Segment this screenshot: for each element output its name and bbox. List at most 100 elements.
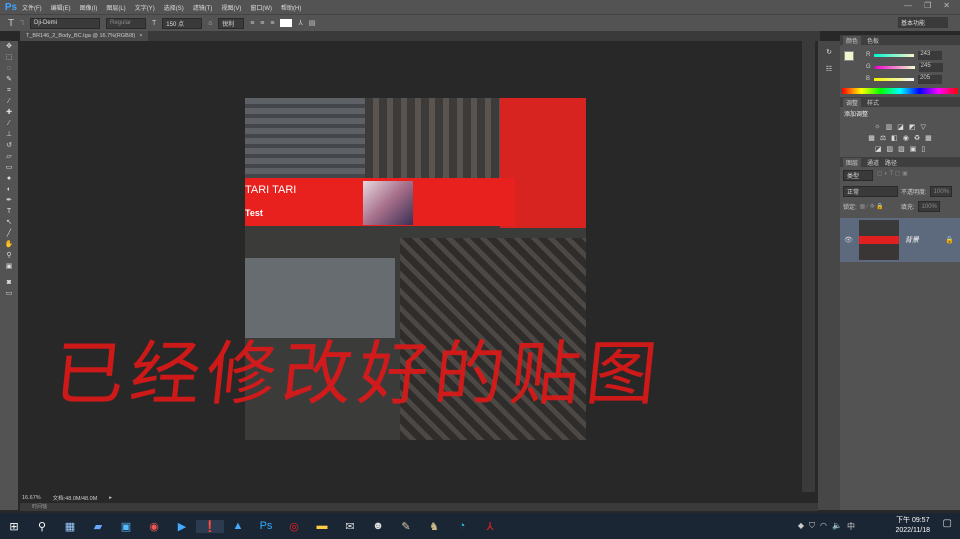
r-value[interactable]: 243 [918,50,943,60]
vibrance-icon[interactable]: ▽ [920,123,925,131]
path-select-tool-icon[interactable]: ↖ [0,217,18,228]
tab-styles[interactable]: 样式 [867,98,879,107]
fill-field[interactable]: 100% [917,201,940,212]
invert-icon[interactable]: ◪ [875,145,882,153]
history-panel-icon[interactable]: ↻ [818,47,840,58]
media-player-icon[interactable]: ◉ [140,520,168,533]
type-tool-icon[interactable]: T [8,18,14,29]
menu-type[interactable]: 文字(Y) [135,3,155,12]
brush-tool-icon[interactable]: ⁄ [0,118,18,129]
screen-mode-icon[interactable]: ▭ [0,288,18,299]
font-family-select[interactable]: Dji-Demi [30,17,101,29]
g-slider[interactable] [874,65,915,69]
menu-help[interactable]: 帮助(H) [281,3,301,12]
font-style-select[interactable]: Regular [106,17,147,29]
paint-icon[interactable]: ✎ [392,520,420,533]
shield-icon[interactable]: ⛉ [809,521,815,532]
history-brush-icon[interactable]: ↺ [0,140,18,151]
menu-view[interactable]: 视图(V) [221,3,241,12]
minimize-icon[interactable]: — [904,1,912,10]
document-tab[interactable]: T_BR146_2_Body_BC.tga @ 16.7%(RGB/8) × [20,31,149,41]
b-slider[interactable] [874,77,915,81]
calculator-icon[interactable]: ▦ [56,520,84,533]
photo-filter-icon[interactable]: ◉ [903,134,909,142]
bw-icon[interactable]: ◧ [891,134,898,142]
menu-filter[interactable]: 滤镜(T) [193,3,213,12]
align-center-icon[interactable]: ≡ [260,20,264,27]
blur-tool-icon[interactable]: ● [0,173,18,184]
ime-indicator[interactable]: 中 [847,521,855,532]
color-swatches-icon[interactable]: ▣ [0,261,18,277]
notes-icon[interactable]: ▰ [84,520,112,533]
balance-icon[interactable]: ⚖ [880,134,886,142]
dodge-tool-icon[interactable]: ◐ [0,184,18,195]
tab-layers[interactable]: 图层 [843,157,862,167]
tab-adjustments[interactable]: 调整 [843,97,862,107]
gradient-tool-icon[interactable]: ▭ [0,162,18,173]
tab-swatches[interactable]: 色板 [867,36,879,45]
brightness-icon[interactable]: ☼ [874,123,880,131]
lock-icons[interactable]: ▦ ⁄ ✥ 🔒 [860,203,884,210]
layer-row[interactable]: 👁 背景 🔒 [840,218,960,262]
text-color-swatch[interactable] [280,19,293,27]
quick-select-tool-icon[interactable]: ✎ [0,74,18,85]
levels-icon[interactable]: ▥ [886,123,893,131]
blend-mode-select[interactable]: 正常 [843,186,898,197]
shape-tool-icon[interactable]: ╱ [0,228,18,239]
foreground-color[interactable] [844,51,854,61]
curves-icon[interactable]: ◪ [897,123,904,131]
antialias-select[interactable]: 锐利 [218,17,245,29]
hand-tool-icon[interactable]: ✋ [0,239,18,250]
notification-icon[interactable]: ▢ [943,518,952,529]
close-tab-icon[interactable]: × [139,33,142,39]
lookup-icon[interactable]: ▦ [925,134,932,142]
volume-icon[interactable]: 🔈 [832,521,842,532]
orientation-icon[interactable]: Ꞁ [20,19,24,27]
video-app-icon[interactable]: ▶ [168,520,196,533]
photoshop-taskbar-icon[interactable]: Ps [252,520,280,532]
menu-window[interactable]: 窗口(W) [250,3,272,12]
game-icon[interactable]: ♞ [420,520,448,533]
eyedropper-tool-icon[interactable]: ⁄ [0,96,18,107]
exposure-icon[interactable]: ◩ [909,123,916,131]
close-icon[interactable]: ✕ [943,1,950,10]
selective-color-icon[interactable]: ▣ [910,145,917,153]
stamp-tool-icon[interactable]: ⊥ [0,129,18,140]
align-left-icon[interactable]: ≡ [250,20,254,27]
warp-text-icon[interactable]: ⅄ [298,19,302,27]
pdf-icon[interactable]: ⅄ [476,520,504,533]
active-app-icon[interactable]: ❗ [196,519,224,533]
threshold-icon[interactable]: ▨ [898,145,905,153]
file-explorer-icon[interactable]: ▬ [308,520,336,532]
b-value[interactable]: 205 [918,74,943,84]
marquee-tool-icon[interactable]: ⬚ [0,52,18,63]
gradient-map-icon[interactable]: ▯ [921,145,925,153]
tray-icon[interactable]: ◆ [798,521,804,532]
wifi-icon[interactable]: ◠ [820,521,827,532]
zoom-tool-icon[interactable]: ⚲ [0,250,18,261]
visibility-eye-icon[interactable]: 👁 [844,236,853,244]
search-icon[interactable]: ⚲ [28,520,56,533]
workspace-select[interactable]: 基本功能 [898,17,948,28]
lasso-tool-icon[interactable]: ◌ [0,63,18,74]
pen-tool-icon[interactable]: ✒ [0,195,18,206]
clock[interactable]: 下午 09:57 2022/11/18 [895,516,930,536]
tab-color[interactable]: 颜色 [843,35,862,45]
netease-music-icon[interactable]: ◎ [280,520,308,533]
tab-paths[interactable]: 路径 [885,158,897,167]
posterize-icon[interactable]: ▨ [886,145,893,153]
app-icon[interactable]: ▣ [112,520,140,533]
menu-edit[interactable]: 编辑(E) [51,3,71,12]
properties-panel-icon[interactable]: ☷ [818,64,840,75]
healing-tool-icon[interactable]: ✚ [0,107,18,118]
status-arrow-icon[interactable]: ▸ [109,495,112,501]
menu-select[interactable]: 选择(S) [164,3,184,12]
g-value[interactable]: 245 [918,62,943,72]
scrollbar[interactable] [802,41,815,492]
menu-image[interactable]: 图像(I) [80,3,98,12]
qq-icon[interactable]: ✉ [336,520,364,533]
filter-icons[interactable]: ▢ ◐ T ▢ ▣ [877,170,908,181]
channel-mixer-icon[interactable]: ♻ [914,134,920,142]
doc-size[interactable]: 文档:48.0M/48.0M [53,494,98,502]
tab-channels[interactable]: 通道 [867,158,879,167]
